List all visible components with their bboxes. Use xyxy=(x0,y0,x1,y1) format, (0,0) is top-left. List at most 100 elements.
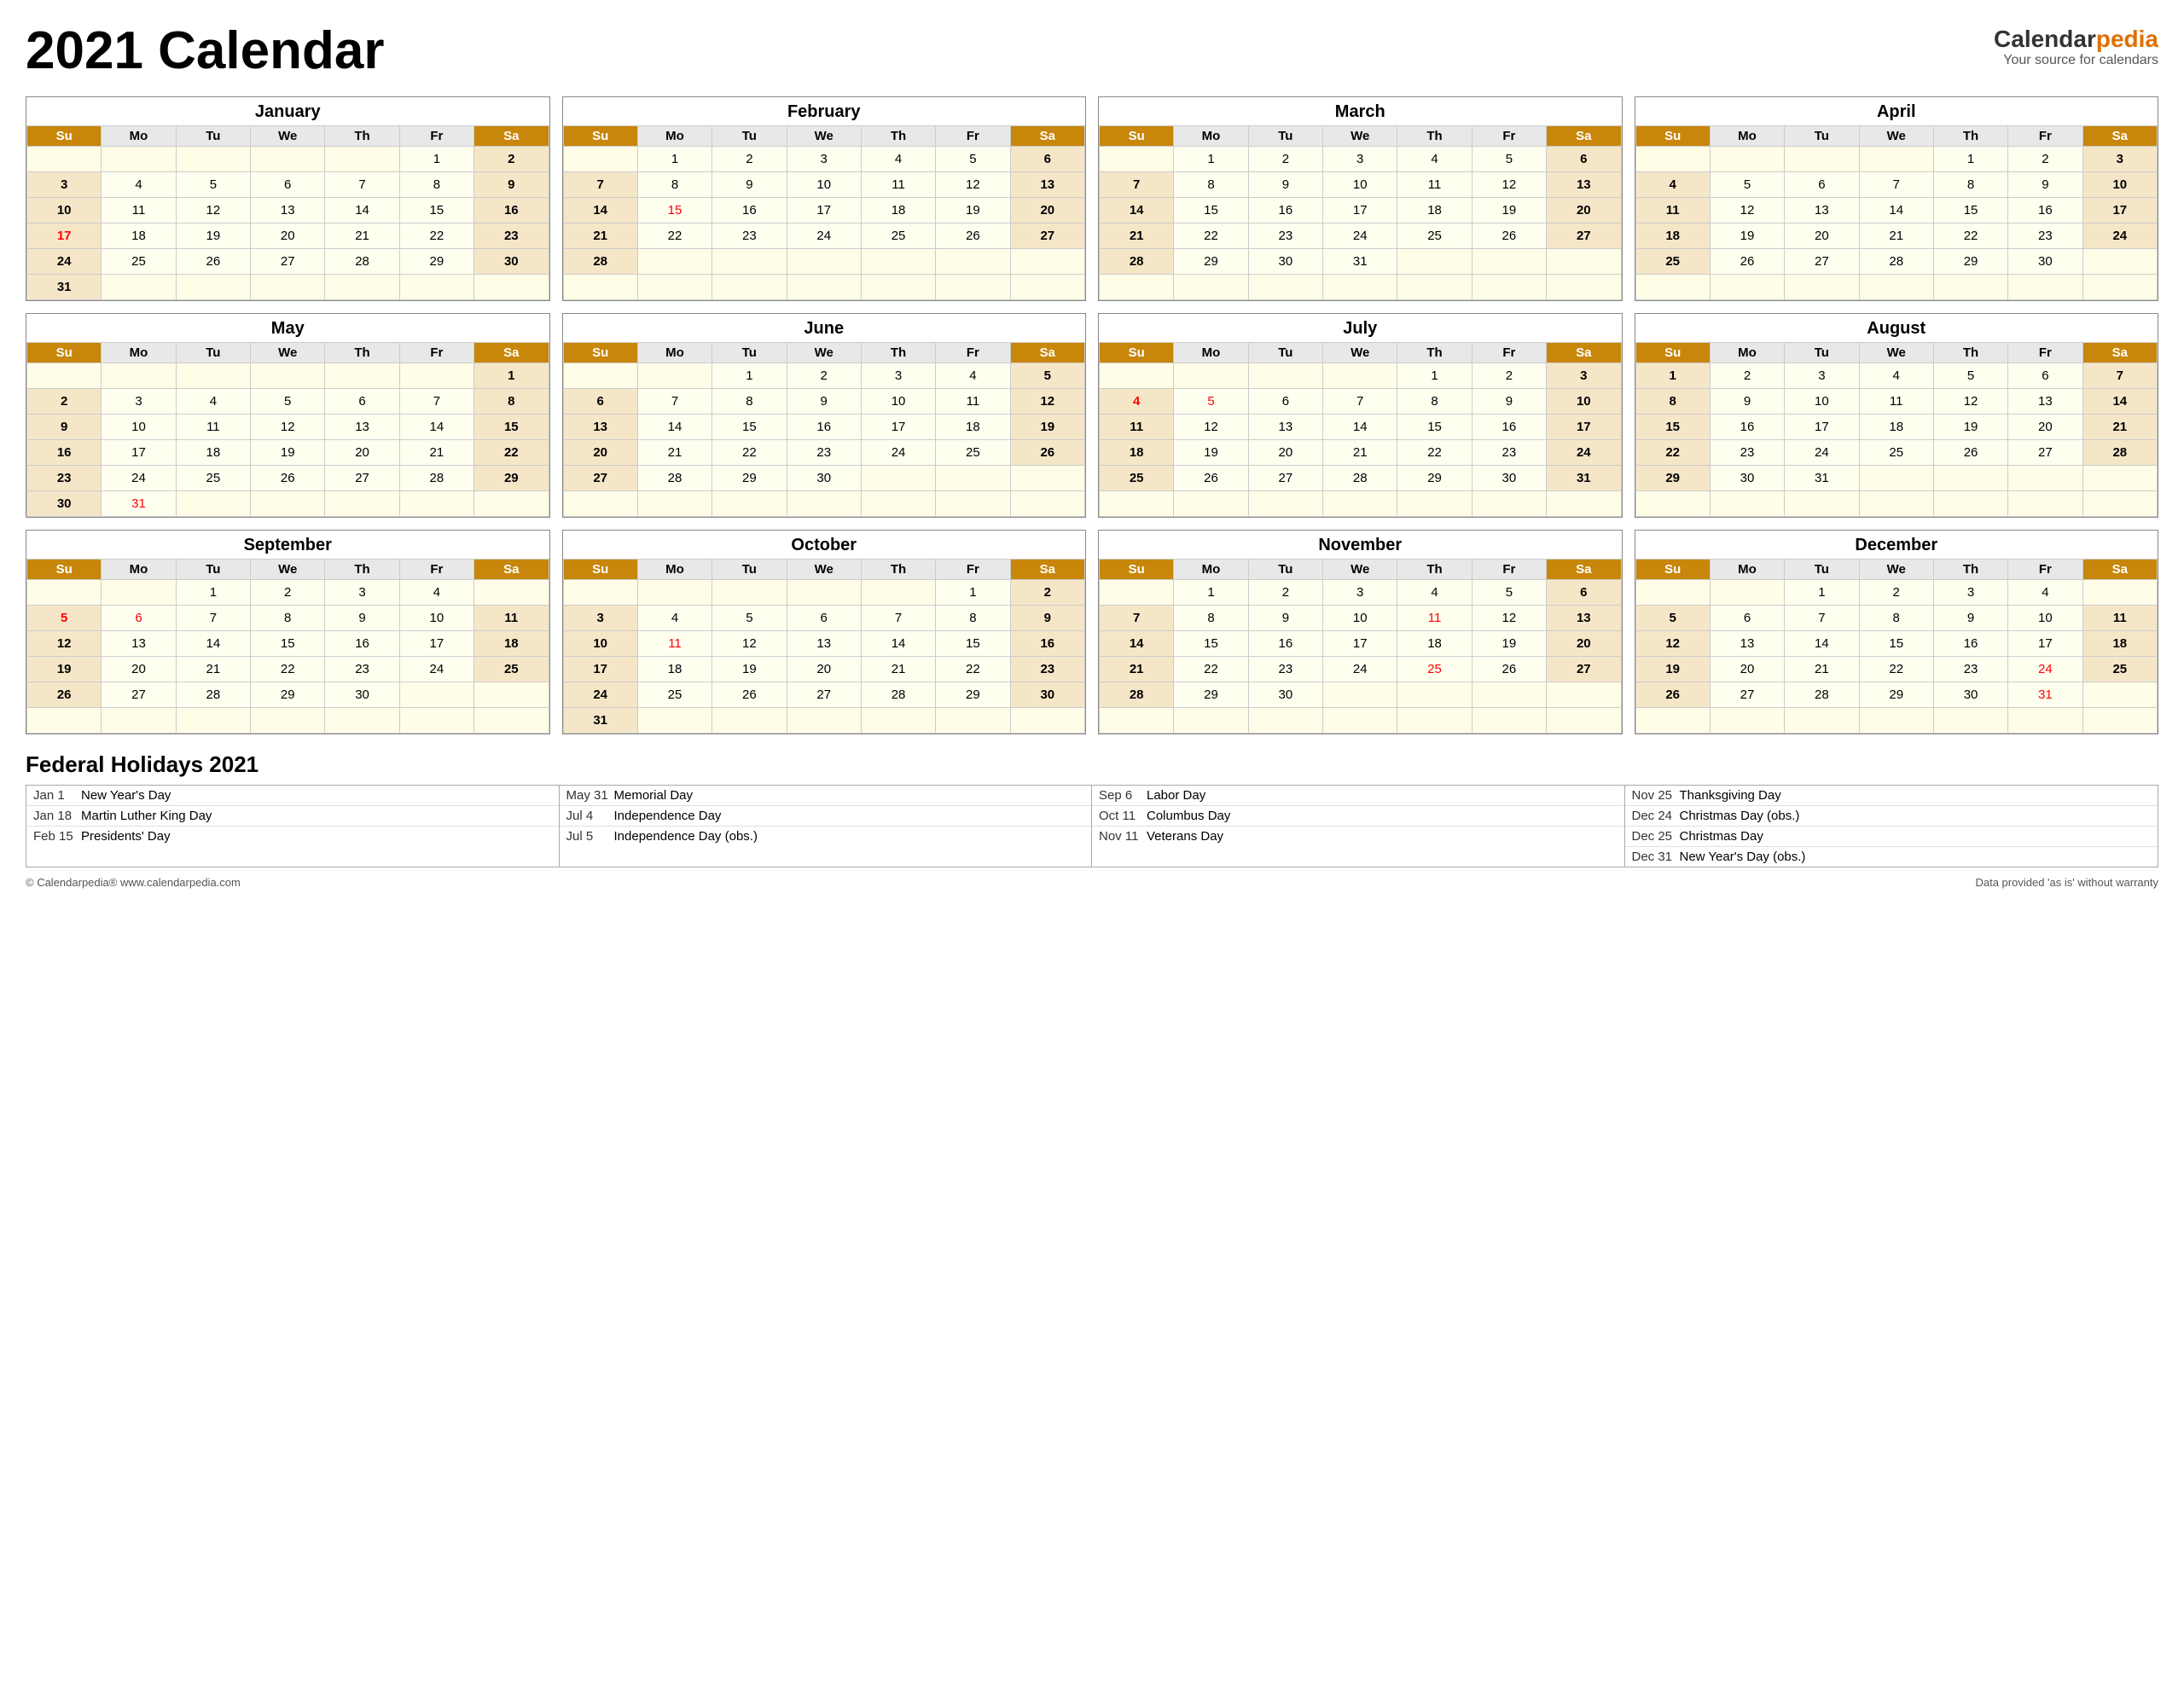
day-cell xyxy=(1635,708,1710,734)
day-cell: 2 xyxy=(2008,147,2082,172)
day-cell: 13 xyxy=(251,198,325,223)
day-cell: 24 xyxy=(1323,223,1397,249)
day-cell xyxy=(1859,708,1933,734)
day-header-mo: Mo xyxy=(102,126,176,147)
day-cell: 23 xyxy=(1248,657,1322,682)
day-cell: 2 xyxy=(1248,147,1322,172)
day-cell: 15 xyxy=(474,415,549,440)
day-header-su: Su xyxy=(1635,126,1710,147)
day-cell: 5 xyxy=(712,606,787,631)
holiday-name: Presidents' Day xyxy=(81,829,171,844)
day-cell xyxy=(936,708,1010,734)
day-cell: 17 xyxy=(1785,415,1859,440)
day-cell: 5 xyxy=(176,172,250,198)
day-cell: 25 xyxy=(1397,223,1472,249)
day-header-sa: Sa xyxy=(2082,343,2157,363)
day-cell: 10 xyxy=(2008,606,2082,631)
day-cell: 16 xyxy=(1472,415,1546,440)
day-cell: 29 xyxy=(399,249,473,275)
month-title-december: December xyxy=(1635,531,2158,559)
day-header-tu: Tu xyxy=(176,343,250,363)
day-cell xyxy=(2082,580,2157,606)
day-cell: 3 xyxy=(1323,580,1397,606)
day-cell xyxy=(1785,275,1859,300)
day-cell xyxy=(1248,363,1322,389)
month-october: OctoberSuMoTuWeThFrSa1234567891011121314… xyxy=(562,530,1087,734)
day-cell: 15 xyxy=(1859,631,1933,657)
day-cell: 15 xyxy=(1174,631,1248,657)
day-header-tu: Tu xyxy=(1785,560,1859,580)
day-cell: 11 xyxy=(2082,606,2157,631)
day-cell: 9 xyxy=(1472,389,1546,415)
day-cell: 13 xyxy=(1785,198,1859,223)
day-cell: 15 xyxy=(936,631,1010,657)
day-cell: 28 xyxy=(2082,440,2157,466)
day-cell: 14 xyxy=(1859,198,1933,223)
day-cell: 30 xyxy=(1933,682,2007,708)
day-cell: 11 xyxy=(637,631,712,657)
day-cell: 11 xyxy=(1859,389,1933,415)
day-header-fr: Fr xyxy=(2008,126,2082,147)
day-header-sa: Sa xyxy=(474,343,549,363)
day-cell: 20 xyxy=(1547,631,1621,657)
day-cell: 11 xyxy=(1635,198,1710,223)
day-cell: 20 xyxy=(1710,657,1784,682)
day-cell: 6 xyxy=(787,606,861,631)
day-cell xyxy=(474,682,549,708)
day-cell: 5 xyxy=(251,389,325,415)
day-cell xyxy=(474,491,549,517)
day-cell xyxy=(2008,708,2082,734)
day-cell: 27 xyxy=(1547,223,1621,249)
day-cell: 31 xyxy=(102,491,176,517)
day-cell: 4 xyxy=(1859,363,1933,389)
day-cell xyxy=(1785,147,1859,172)
day-cell xyxy=(1248,491,1322,517)
day-cell: 31 xyxy=(27,275,102,300)
day-cell xyxy=(102,580,176,606)
day-header-we: We xyxy=(251,560,325,580)
day-cell xyxy=(176,363,250,389)
day-header-tu: Tu xyxy=(176,560,250,580)
day-cell xyxy=(27,363,102,389)
holiday-date: Jan 18 xyxy=(33,809,81,823)
day-header-tu: Tu xyxy=(712,343,787,363)
day-cell: 7 xyxy=(563,172,637,198)
day-cell: 28 xyxy=(1859,249,1933,275)
day-cell: 7 xyxy=(1785,606,1859,631)
day-cell: 1 xyxy=(712,363,787,389)
day-cell xyxy=(399,491,473,517)
day-cell xyxy=(1100,491,1174,517)
day-cell: 24 xyxy=(563,682,637,708)
day-cell: 17 xyxy=(861,415,935,440)
day-cell: 5 xyxy=(1635,606,1710,631)
day-cell xyxy=(1248,708,1322,734)
day-cell: 26 xyxy=(27,682,102,708)
day-cell xyxy=(1397,491,1472,517)
day-cell: 24 xyxy=(861,440,935,466)
day-cell: 9 xyxy=(1010,606,1084,631)
day-cell: 10 xyxy=(787,172,861,198)
day-cell xyxy=(787,275,861,300)
day-cell: 17 xyxy=(787,198,861,223)
day-cell: 3 xyxy=(1323,147,1397,172)
day-cell: 29 xyxy=(474,466,549,491)
day-header-su: Su xyxy=(27,343,102,363)
day-cell: 9 xyxy=(2008,172,2082,198)
day-cell: 19 xyxy=(1174,440,1248,466)
day-cell: 2 xyxy=(1472,363,1546,389)
day-cell xyxy=(1100,147,1174,172)
day-header-su: Su xyxy=(1635,343,1710,363)
day-header-th: Th xyxy=(325,560,399,580)
day-cell xyxy=(1100,708,1174,734)
day-cell: 19 xyxy=(1933,415,2007,440)
day-cell: 2 xyxy=(1710,363,1784,389)
month-april: AprilSuMoTuWeThFrSa123456789101112131415… xyxy=(1635,96,2159,301)
day-cell xyxy=(787,580,861,606)
day-cell: 15 xyxy=(712,415,787,440)
holiday-row: Dec 24Christmas Day (obs.) xyxy=(1625,806,2158,827)
day-cell: 29 xyxy=(1174,682,1248,708)
day-cell: 27 xyxy=(563,466,637,491)
day-cell xyxy=(936,249,1010,275)
day-cell: 20 xyxy=(102,657,176,682)
day-cell xyxy=(637,580,712,606)
